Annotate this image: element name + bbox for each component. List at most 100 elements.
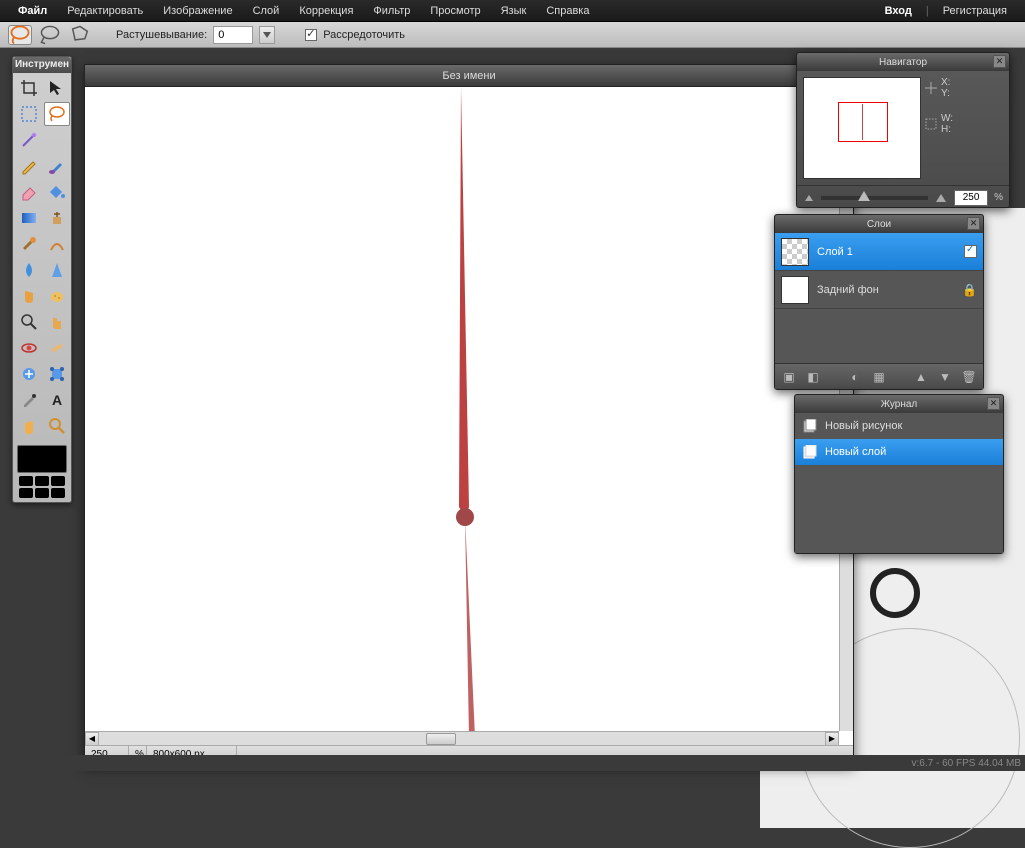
color-swatches: [13, 441, 71, 502]
zoom-slider-thumb[interactable]: [858, 191, 870, 201]
menu-filter[interactable]: Фильтр: [363, 5, 420, 17]
menu-adjustment[interactable]: Коррекция: [289, 5, 363, 17]
register-link[interactable]: Регистрация: [933, 5, 1017, 17]
menu-view[interactable]: Просмотр: [420, 5, 490, 17]
menu-language[interactable]: Язык: [491, 5, 537, 17]
pencil-tool[interactable]: [16, 154, 42, 178]
red-eye-tool[interactable]: [16, 336, 42, 360]
navigator-close-icon[interactable]: ✕: [993, 55, 1006, 68]
layers-close-icon[interactable]: ✕: [967, 217, 980, 230]
layer-style-icon[interactable]: ◧: [805, 369, 821, 385]
draw-tool[interactable]: [44, 232, 70, 256]
marquee-tool[interactable]: [16, 102, 42, 126]
history-title[interactable]: Журнал ✕: [795, 395, 1003, 413]
login-link[interactable]: Вход: [875, 5, 922, 17]
wand-tool[interactable]: [16, 128, 42, 152]
brush-tool[interactable]: [44, 154, 70, 178]
history-item[interactable]: Новый рисунок: [795, 413, 1003, 439]
history-close-icon[interactable]: ✕: [987, 397, 1000, 410]
move-up-icon[interactable]: ▲: [913, 369, 929, 385]
layers-title[interactable]: Слои ✕: [775, 215, 983, 233]
clone-stamp-tool[interactable]: [44, 206, 70, 230]
feather-input[interactable]: [213, 26, 253, 44]
paint-bucket-tool[interactable]: [44, 180, 70, 204]
tools-title: Инструмен: [13, 57, 71, 73]
delete-layer-icon[interactable]: 🗑: [961, 369, 977, 385]
layer-row[interactable]: Задний фон 🔒: [775, 271, 983, 309]
lasso-magnetic-icon[interactable]: [68, 25, 92, 45]
canvas-window: Без имени ◀ ▶ 250 % 800x600 px: [84, 64, 854, 764]
dodge-tool[interactable]: [16, 310, 42, 334]
layer-row[interactable]: Слой 1: [775, 233, 983, 271]
type-tool[interactable]: A: [44, 388, 70, 412]
empty-tool-1[interactable]: [44, 128, 70, 152]
navigator-preview[interactable]: [803, 77, 921, 179]
history-item[interactable]: Новый слой: [795, 439, 1003, 465]
app-version-status: v:6.7 - 60 FPS 44.04 MB: [912, 758, 1022, 769]
gradient-tool[interactable]: [16, 206, 42, 230]
menu-file[interactable]: Файл: [8, 5, 57, 17]
foreground-color[interactable]: [17, 445, 67, 473]
new-layer-icon[interactable]: ▦: [871, 369, 887, 385]
options-bar: Растушевывание: Рассредоточить: [0, 22, 1025, 48]
swatch-2[interactable]: [35, 476, 49, 486]
layer-lock-icon[interactable]: 🔒: [962, 283, 977, 297]
menu-edit[interactable]: Редактировать: [57, 5, 153, 17]
horizontal-scrollbar[interactable]: ◀ ▶: [85, 731, 839, 745]
blur-tool[interactable]: [16, 258, 42, 282]
hand-tool[interactable]: [16, 414, 42, 438]
swatch-3[interactable]: [51, 476, 65, 486]
crop-tool[interactable]: [16, 76, 42, 100]
zoom-tool[interactable]: [44, 414, 70, 438]
eraser-tool[interactable]: [16, 180, 42, 204]
layer-name: Слой 1: [817, 246, 853, 258]
layers-panel: Слои ✕ Слой 1 Задний фон 🔒 ▣ ◧ ◐ ▦ ▲ ▼: [774, 214, 984, 390]
navigator-content: [862, 104, 863, 140]
zoom-in-icon[interactable]: [934, 192, 948, 204]
navigator-title[interactable]: Навигатор ✕: [797, 53, 1009, 71]
swatch-5[interactable]: [35, 488, 49, 498]
app-status-footer: v:6.7 - 60 FPS 44.04 MB: [0, 755, 1025, 771]
layer-mask-icon[interactable]: ◐: [847, 369, 863, 385]
sponge-tool[interactable]: [44, 284, 70, 308]
layers-title-text: Слои: [867, 219, 891, 230]
layer-thumbnail[interactable]: [781, 238, 809, 266]
spread-checkbox[interactable]: [305, 29, 317, 41]
pinch-tool[interactable]: [44, 362, 70, 386]
tools-panel: Инструмен A: [12, 56, 72, 503]
scroll-track[interactable]: [99, 732, 825, 746]
zoom-slider-track[interactable]: [821, 196, 928, 200]
navigator-viewport[interactable]: [838, 102, 888, 142]
zoom-input[interactable]: 250: [954, 190, 988, 206]
scroll-thumb[interactable]: [426, 733, 456, 745]
swatch-4[interactable]: [19, 488, 33, 498]
scroll-right-arrow[interactable]: ▶: [825, 732, 839, 746]
smudge-tool[interactable]: [16, 284, 42, 308]
lasso-tool[interactable]: [44, 102, 70, 126]
colorpicker-tool[interactable]: [16, 388, 42, 412]
layer-name: Задний фон: [817, 284, 879, 296]
canvas-body[interactable]: [85, 87, 839, 731]
menu-layer[interactable]: Слой: [243, 5, 290, 17]
zoom-out-icon[interactable]: [803, 193, 815, 203]
layer-thumbnail[interactable]: [781, 276, 809, 304]
burn-tool[interactable]: [44, 310, 70, 334]
lasso-mode-icon[interactable]: [8, 25, 32, 45]
layer-settings-icon[interactable]: ▣: [781, 369, 797, 385]
menu-help[interactable]: Справка: [536, 5, 599, 17]
menu-image[interactable]: Изображение: [153, 5, 242, 17]
replace-color-tool[interactable]: [16, 232, 42, 256]
bloat-tool[interactable]: [16, 362, 42, 386]
layer-visibility-checkbox[interactable]: [964, 245, 977, 258]
move-tool[interactable]: [44, 76, 70, 100]
swatch-6[interactable]: [51, 488, 65, 498]
spot-heal-tool[interactable]: [44, 336, 70, 360]
lasso-poly-icon[interactable]: [38, 25, 62, 45]
scroll-left-arrow[interactable]: ◀: [85, 732, 99, 746]
sharpen-tool[interactable]: [44, 258, 70, 282]
move-down-icon[interactable]: ▼: [937, 369, 953, 385]
swatch-1[interactable]: [19, 476, 33, 486]
navigator-panel: Навигатор ✕ X: Y: W:: [796, 52, 1010, 208]
feather-dropdown[interactable]: [259, 26, 275, 44]
canvas-titlebar[interactable]: Без имени: [85, 65, 853, 87]
